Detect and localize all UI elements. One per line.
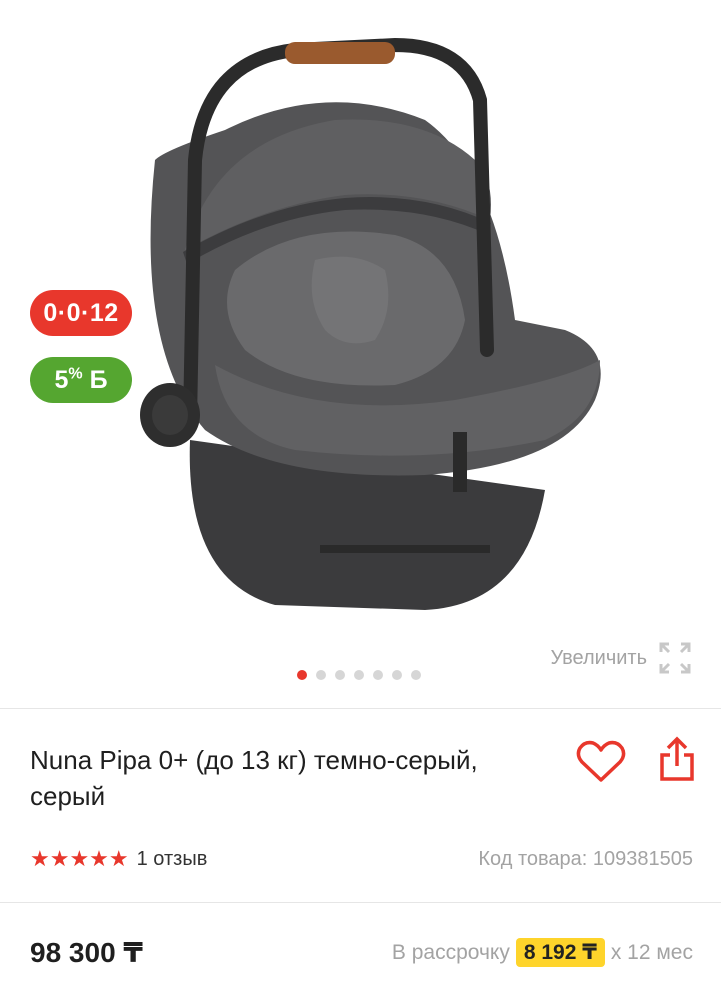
product-image[interactable] <box>95 20 635 620</box>
gallery-dot[interactable] <box>354 670 364 680</box>
gallery-pagination[interactable] <box>297 670 421 680</box>
product-price: 98 300 ₸ <box>30 937 143 968</box>
product-gallery[interactable]: 0·0·12 5% Б Увеличить <box>0 0 721 700</box>
installment-suffix: x 12 мес <box>610 940 693 964</box>
bonus-badge: 5% Б <box>30 357 132 403</box>
gallery-dot[interactable] <box>392 670 402 680</box>
gallery-dot[interactable] <box>316 670 326 680</box>
installment-badge-text: 0·0·12 <box>43 299 119 327</box>
reviews-link[interactable]: 1 отзыв <box>137 848 208 871</box>
installment-amount: 8 192 ₸ <box>515 938 605 967</box>
heart-icon <box>576 740 626 782</box>
zoom-label: Увеличить <box>550 646 647 669</box>
bonus-percent-sign: % <box>68 365 83 383</box>
installment-badge: 0·0·12 <box>30 290 132 336</box>
gallery-dot[interactable] <box>335 670 345 680</box>
favorite-button[interactable] <box>576 740 626 784</box>
product-rating[interactable]: ★★★★★ 1 отзыв <box>30 846 207 872</box>
gallery-dot[interactable] <box>297 670 307 680</box>
divider <box>0 708 721 709</box>
zoom-button[interactable]: Увеличить <box>551 640 693 676</box>
bonus-value: 5 <box>54 366 69 394</box>
gallery-dot[interactable] <box>411 670 421 680</box>
installment-info[interactable]: В рассрочку 8 192 ₸ x 12 мес <box>392 938 693 967</box>
product-title: Nuna Pipa 0+ (до 13 кг) темно-серый, сер… <box>30 745 478 811</box>
share-button[interactable] <box>658 736 696 782</box>
gallery-dot[interactable] <box>373 670 383 680</box>
rating-stars: ★★★★★ <box>30 846 129 871</box>
divider <box>0 902 721 903</box>
product-sku: Код товара: 109381505 <box>478 848 693 870</box>
share-icon <box>660 736 694 781</box>
bonus-currency: Б <box>89 366 108 394</box>
expand-icon <box>659 642 691 674</box>
installment-prefix: В рассрочку <box>391 940 510 964</box>
